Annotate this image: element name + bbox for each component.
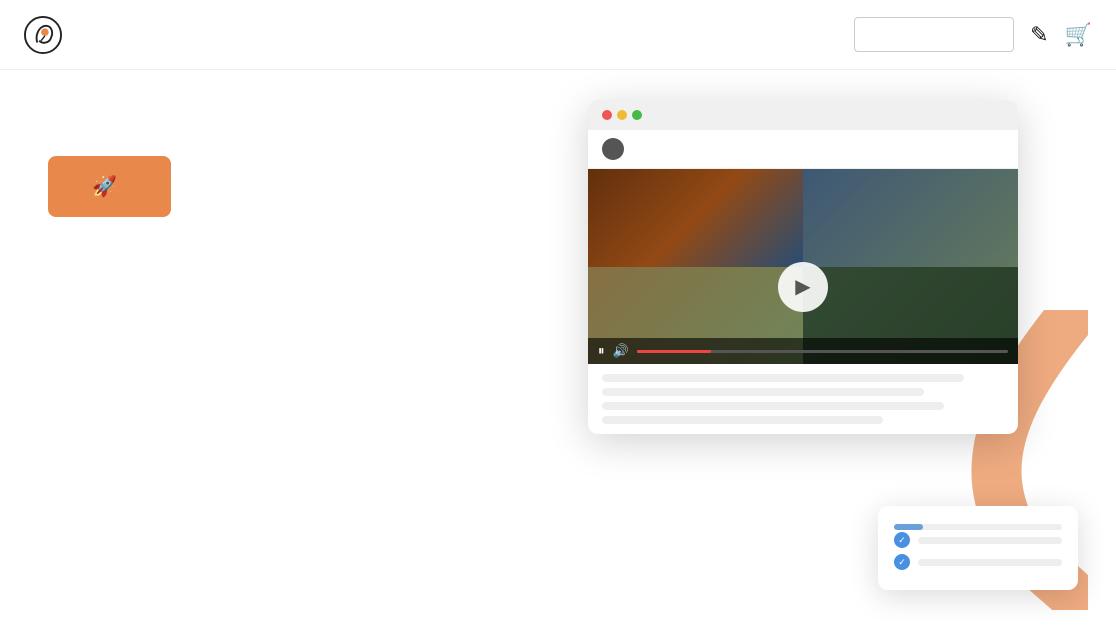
hero-section: 🚀 const dtl = document.querySelector('.d…: [0, 70, 1116, 630]
skeleton-2: [602, 388, 924, 396]
lesson-check-2: ✓: [894, 554, 910, 570]
progress-bar-fill: [894, 524, 923, 530]
pause-icon[interactable]: ⏸: [598, 343, 605, 359]
hero-right: const dtl = document.querySelector('.dot…: [568, 110, 1068, 630]
nav-right: ✎ 🛒: [854, 17, 1092, 52]
navbar: ✎ 🛒: [0, 0, 1116, 70]
video-progress-fill: [637, 350, 711, 353]
lesson-bar-2: [918, 559, 1062, 566]
browser-dot-green: [632, 110, 642, 120]
user-icon[interactable]: ✎: [1030, 22, 1048, 48]
rocket-icon: 🚀: [92, 174, 117, 199]
skeleton-3: [602, 402, 944, 410]
video-overlay: ▶: [588, 169, 1018, 364]
lesson-item-1: ✓: [894, 532, 1062, 548]
video-progress-bar[interactable]: [637, 350, 1008, 353]
skeleton-1: [602, 374, 964, 382]
lesson-bar-1: [918, 537, 1062, 544]
browser-dot-yellow: [617, 110, 627, 120]
video-area: ▶ ⏸ 🔊: [588, 169, 1018, 364]
browser-skeleton: [588, 364, 1018, 434]
cart-icon[interactable]: 🛒: [1065, 22, 1092, 48]
browser-brand-row: [588, 130, 1018, 169]
progress-bar-wrap: [894, 524, 1062, 530]
cta-button[interactable]: 🚀: [48, 156, 171, 217]
brand-avatar: [602, 138, 624, 160]
video-controls: ⏸ 🔊: [588, 338, 1018, 364]
lesson-check-1: ✓: [894, 532, 910, 548]
progress-card: ✓ ✓: [878, 506, 1078, 590]
search-input[interactable]: [854, 17, 1014, 52]
browser-dot-red: [602, 110, 612, 120]
logo[interactable]: [24, 16, 70, 54]
skeleton-4: [602, 416, 883, 424]
hero-left: 🚀: [48, 110, 568, 217]
browser-traffic-lights: [602, 110, 642, 120]
browser-mockup: ▶ ⏸ 🔊: [588, 100, 1018, 434]
browser-bar: [588, 100, 1018, 130]
logo-icon: [24, 16, 62, 54]
volume-icon[interactable]: 🔊: [613, 343, 629, 359]
lesson-item-2: ✓: [894, 554, 1062, 570]
play-button[interactable]: ▶: [778, 262, 828, 312]
